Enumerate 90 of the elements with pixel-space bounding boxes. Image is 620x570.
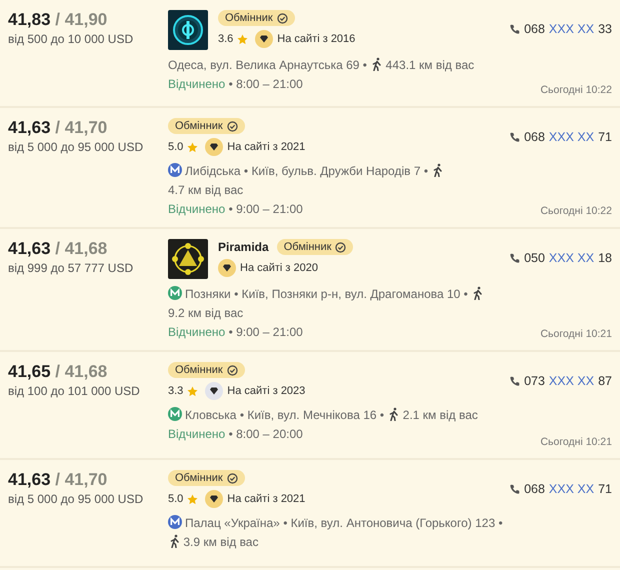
distance: 3.9 км від вас [183,535,258,549]
show-number-link[interactable]: XXX XX [548,130,594,144]
rating-value: 3.6 [218,33,234,45]
phone-prefix: 068 [524,22,545,36]
member-since: На сайті з 2020 [240,262,318,274]
buy-rate: 41,63 [8,239,51,259]
working-hours: • 9:00 – 21:00 [228,325,303,339]
buy-rate: 41,63 [8,470,51,490]
buy-rate: 41,63 [8,118,51,138]
open-status: Відчинено [168,325,226,339]
verified-icon [276,12,288,24]
star-icon [187,494,198,504]
distance: 4.7 км від вас [168,183,244,197]
phone-suffix: 18 [598,251,612,265]
address: • Київ, Позняки р-н, вул. Драгоманова 10 • [234,287,468,301]
type-badge: Обмінник [218,10,295,26]
sell-rate: / 41,70 [54,470,108,490]
working-hours: • 8:00 – 20:00 [228,427,303,441]
amount-range: від 500 до 10 000 USD [8,32,134,46]
star-icon [187,386,198,396]
sell-rate: / 41,68 [54,239,108,259]
updated-time: Сьогодні 10:21 [540,436,612,448]
member-since: На сайті з 2021 [227,493,306,505]
open-status: Відчинено [168,77,226,91]
metro-station: Либідська [185,164,241,178]
metro-station: Кловська [185,408,236,422]
address: Одеса, вул. Велика Арнаутська 69 • [168,58,367,72]
walking-icon [473,286,484,300]
star-icon [187,142,198,152]
phone-prefix: 050 [524,251,545,265]
buy-rate: 41,65 [8,362,51,382]
working-hours: • 8:00 – 21:00 [228,77,303,91]
type-badge: Обмінник [168,470,245,486]
verified-icon [226,472,238,484]
sell-rate: / 41,70 [54,118,108,138]
rating-value: 3.3 [168,385,184,397]
phone-suffix: 87 [598,374,612,388]
show-number-link[interactable]: XXX XX [548,482,594,496]
distance: 443.1 км від вас [386,58,474,72]
phone-prefix: 073 [524,374,545,388]
phone-suffix: 71 [598,130,612,144]
amount-range: від 5 000 до 95 000 USD [8,140,144,154]
phone-prefix: 068 [524,130,545,144]
member-since: На сайті з 2016 [277,33,356,45]
phone-icon [509,252,520,264]
type-badge: Обмінник [168,362,245,378]
verified-icon [226,120,238,132]
address: • Київ, вул. Антоновича (Горького) 123 • [283,516,503,530]
sell-rate: / 41,90 [54,10,108,30]
working-hours: • 9:00 – 21:00 [228,202,303,216]
member-since: На сайті з 2023 [227,385,306,397]
walking-icon [170,534,180,548]
address: • Київ, бульв. Дружби Народів 7 • [244,164,428,178]
show-number-link[interactable]: XXX XX [548,22,594,36]
walking-icon [389,407,400,421]
phone-suffix: 33 [598,22,612,36]
phone-icon [509,24,520,34]
distance: 2.1 км від вас [402,408,478,422]
open-status: Відчинено [168,202,226,216]
address: • Київ, вул. Мечнікова 16 • [240,408,384,422]
verified-icon [226,364,238,376]
walking-icon [372,57,382,71]
exchanger-name[interactable]: Piramida [218,240,269,254]
rating-value: 5.0 [168,141,184,153]
show-number-link[interactable]: XXX XX [548,374,594,388]
amount-range: від 5 000 до 95 000 USD [8,492,144,506]
amount-range: від 999 до 57 777 USD [8,261,134,275]
star-icon [237,34,248,44]
updated-time: Сьогодні 10:22 [540,205,612,217]
open-status: Відчинено [168,427,226,441]
sell-rate: / 41,68 [54,362,108,382]
metro-station: Палац «Україна» [185,516,280,530]
phone-prefix: 068 [524,482,545,496]
amount-range: від 100 до 101 000 USD [8,384,141,398]
phone-suffix: 71 [598,482,612,496]
metro-station: Позняки [185,287,231,301]
member-since: На сайті з 2021 [227,141,306,153]
phone-icon [509,376,520,386]
phone-icon [509,132,520,142]
updated-time: Сьогодні 10:22 [540,84,612,96]
type-badge: Обмінник [276,239,354,255]
phone-icon [509,484,520,494]
type-badge: Обмінник [168,118,245,134]
buy-rate: 41,83 [8,10,51,30]
show-number-link[interactable]: XXX XX [548,251,594,265]
verified-icon [335,242,346,252]
updated-time: Сьогодні 10:21 [540,328,612,340]
distance: 9.2 км від вас [168,306,244,320]
walking-icon [433,163,444,177]
rating-value: 5.0 [168,493,184,505]
